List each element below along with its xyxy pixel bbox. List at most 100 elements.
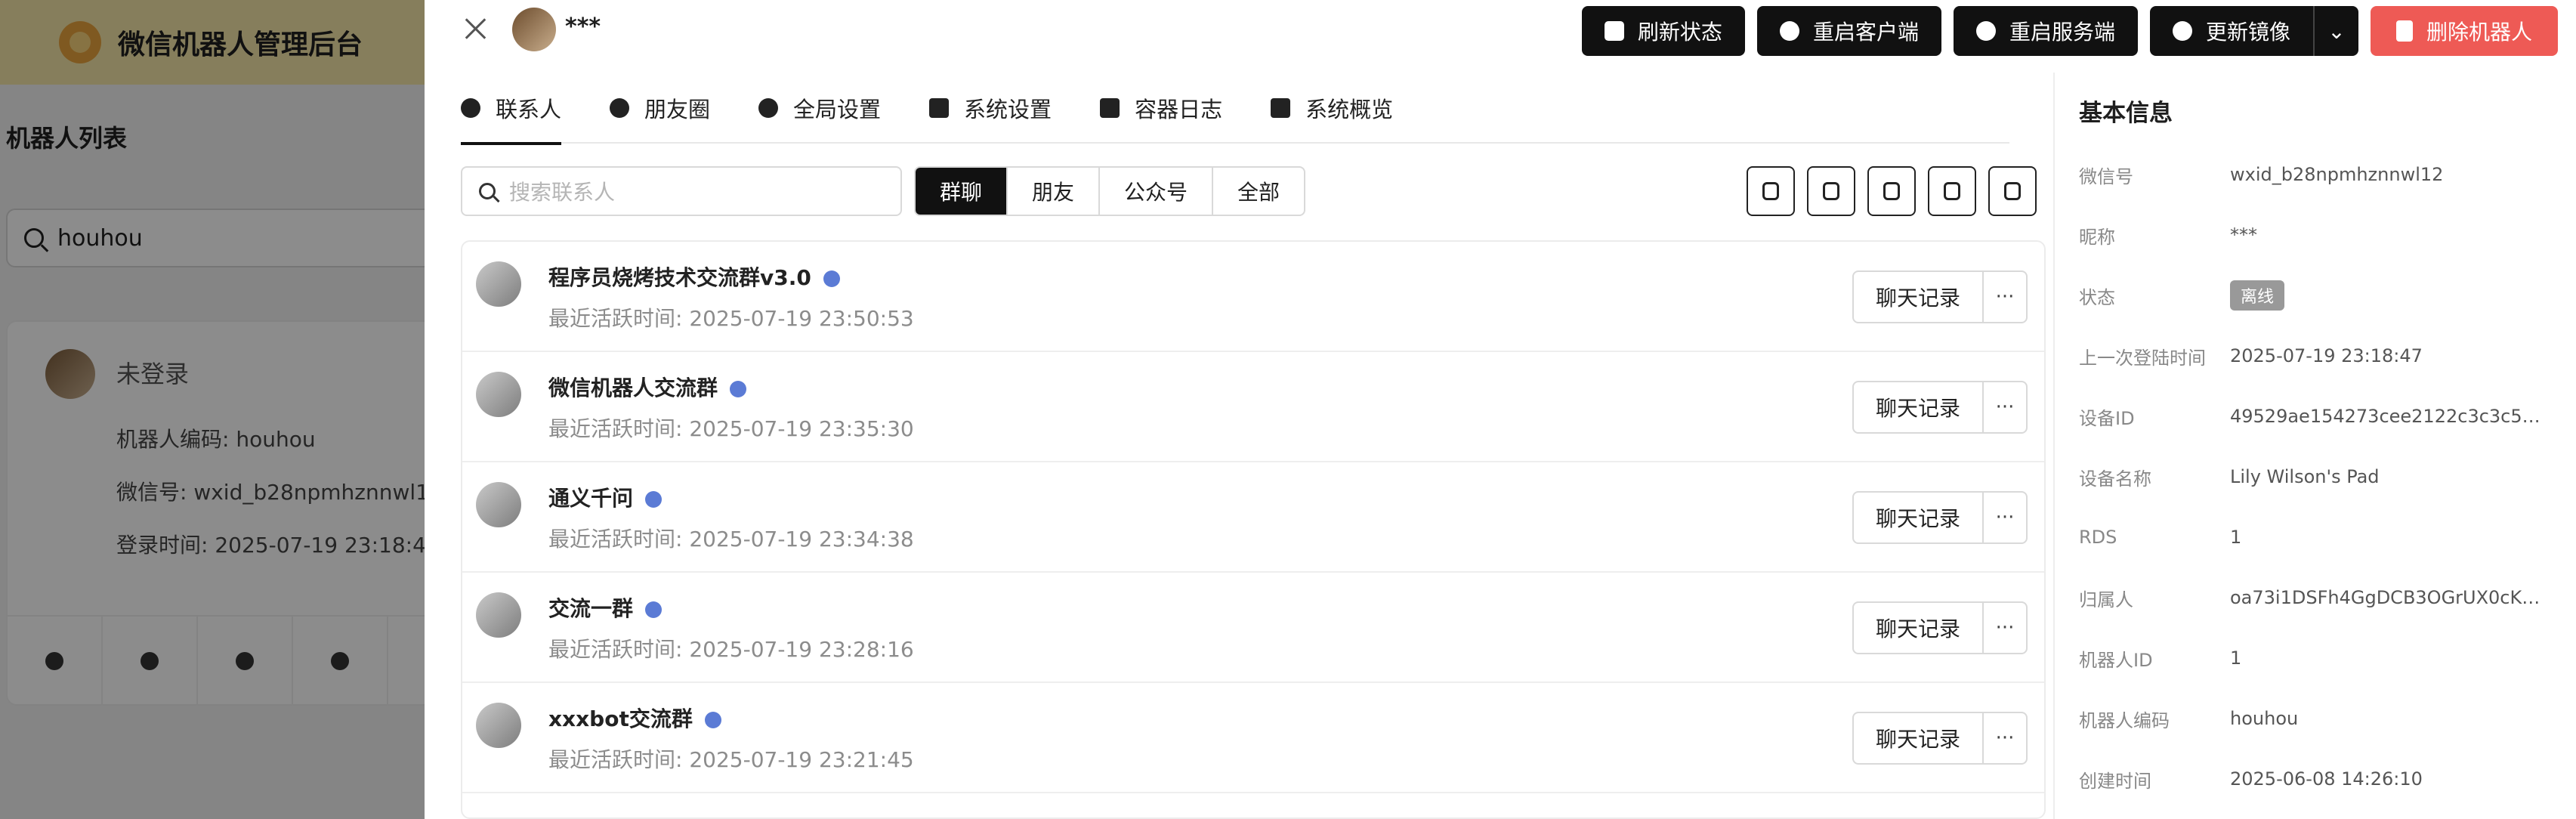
info-value: 1 [2230,647,2242,669]
refresh-status-button[interactable]: 刷新状态 [1581,6,1745,56]
more-icon[interactable]: ··· [1982,601,2028,654]
tab-label: 全局设置 [793,97,882,122]
info-row-status: 状态 离线 [2079,265,2576,326]
more-icon[interactable]: ··· [1982,712,2028,765]
chat-record-button[interactable]: 聊天记录 [1852,491,1984,544]
tab-label: 容器日志 [1135,97,1223,122]
more-icon[interactable]: ··· [1982,491,2028,544]
info-row-created-at: 创建时间 2025-06-08 14:26:10 [2079,749,2576,809]
cloud-sync-icon[interactable] [1988,166,2037,216]
update-image-label: 更新镜像 [2205,20,2290,45]
avatar [476,482,521,527]
chevron-down-icon[interactable]: ⌄ [2312,6,2358,56]
delete-robot-label: 删除机器人 [2426,20,2532,45]
refresh-icon [1604,21,1624,41]
contact-search-input[interactable]: 搜索联系人 [461,166,902,216]
contact-tool-buttons [1747,166,2037,216]
list-item: 微信机器人交流群 最近活跃时间: 2025-07-19 23:35:30 聊天记… [462,352,2044,462]
bulb-icon [1779,21,1799,41]
info-value: houhou [2230,708,2299,729]
info-key: 机器人ID [2079,649,2153,671]
info-key: 上一次登陆时间 [2079,347,2206,369]
update-image-button[interactable]: 更新镜像 [2149,6,2313,56]
settings-icon [929,98,950,118]
user-search-icon[interactable] [1928,166,1976,216]
list-item: 交流一群 最近活跃时间: 2025-07-19 23:28:16 聊天记录 ··… [462,573,2044,683]
info-row-robot-id: 机器人ID 1 [2079,628,2576,688]
tab-label: 系统设置 [964,97,1052,122]
chat-record-button[interactable]: 聊天记录 [1852,712,1984,765]
group-icon [730,381,747,397]
list-item: 程序员烧烤技术交流群v3.0 最近活跃时间: 2025-07-19 23:50:… [462,242,2044,352]
info-key: 设备名称 [2079,468,2151,490]
info-row-rds: RDS 1 [2079,507,2576,567]
info-value: 49529ae154273cee2122c3c3c5b06... [2230,406,2547,427]
info-key: 机器人编码 [2079,709,2170,731]
info-row-owner: 归属人 oa73i1DSFh4GgDCB3OGrUX0cKKP4 [2079,567,2576,628]
trash-icon [2395,20,2413,42]
contact-last-active: 最近活跃时间: 2025-07-19 23:34:38 [548,527,914,552]
restart-server-button[interactable]: 重启服务端 [1953,6,2138,56]
basic-info-panel: 基本信息 微信号 wxid_b28npmhznnwl12 昵称 *** 状态 离线 上… [2053,73,2576,819]
tab-global-settings[interactable]: 全局设置 [758,73,881,144]
info-key: 状态 [2079,286,2115,308]
delete-robot-button[interactable]: 删除机器人 [2370,6,2558,56]
bell-icon[interactable] [1747,166,1795,216]
contact-name: xxxbot交流群 [548,706,693,731]
contact-list: 程序员烧烤技术交流群v3.0 最近活跃时间: 2025-07-19 23:50:… [461,240,2046,819]
group-icon [645,601,663,618]
contact-search-placeholder: 搜索联系人 [509,180,616,205]
info-row-robot-code: 机器人编码 houhou [2079,688,2576,749]
restart-client-button[interactable]: 重启客户端 [1756,6,1941,56]
contact-type-filter: 群聊 朋友 公众号 全部 [914,166,1306,216]
chat-record-button[interactable]: 聊天记录 [1852,601,1984,654]
tab-container-logs[interactable]: 容器日志 [1100,73,1222,144]
info-row-nickname: 昵称 *** [2079,205,2576,265]
tab-contacts[interactable]: 联系人 [461,73,562,145]
file-icon [1100,98,1120,118]
info-key: 设备ID [2079,407,2135,429]
update-image-split-button: 更新镜像 ⌄ [2149,6,2358,56]
avatar [476,703,521,748]
info-row-wechat-id: 微信号 wxid_b28npmhznnwl12 [2079,144,2576,205]
close-icon[interactable] [462,15,490,42]
restart-client-label: 重启客户端 [1812,20,1919,45]
tab-bar: 联系人 朋友圈 全局设置 系统设置 容器日志 系统概览 [461,73,2009,145]
info-value: wxid_b28npmhznnwl12 [2230,164,2444,185]
tab-moments[interactable]: 朋友圈 [610,73,710,144]
contact-name: 通义千问 [548,486,634,511]
chart-icon [1271,98,1291,118]
tab-label: 联系人 [496,97,562,122]
chat-record-button[interactable]: 聊天记录 [1852,381,1984,434]
aperture-icon [610,98,630,118]
chat-record-button[interactable]: 聊天记录 [1852,270,1984,323]
list-item: 通义千问 最近活跃时间: 2025-07-19 23:34:38 聊天记录 ··… [462,462,2044,573]
robot-nickname: *** [565,14,601,40]
contact-name: 程序员烧烤技术交流群v3.0 [548,265,811,290]
tab-system-overview[interactable]: 系统概览 [1271,73,1393,144]
filter-friends[interactable]: 朋友 [1008,168,1101,215]
avatar [512,8,556,51]
docker-icon [2172,21,2192,41]
filter-all[interactable]: 全部 [1213,168,1304,215]
info-value: oa73i1DSFh4GgDCB3OGrUX0cKKP4 [2230,587,2547,608]
info-key: 归属人 [2079,589,2133,610]
group-icon [645,491,663,508]
search-icon [479,183,496,199]
user-icon[interactable] [1867,166,1916,216]
basic-info-title: 基本信息 [2079,100,2173,127]
filter-official-accounts[interactable]: 公众号 [1100,168,1214,215]
restart-server-label: 重启服务端 [2009,20,2115,45]
more-icon[interactable]: ··· [1982,381,2028,434]
tab-system-settings[interactable]: 系统设置 [929,73,1052,144]
tab-label: 系统概览 [1305,97,1394,122]
contact-name: 交流一群 [548,596,634,621]
filter-group-chat[interactable]: 群聊 [916,168,1008,215]
wechat-icon [461,98,480,118]
status-badge: 离线 [2230,280,2285,311]
more-icon[interactable]: ··· [1982,270,2028,323]
group-icon [823,270,840,287]
phone-icon[interactable] [1807,166,1855,216]
info-key: 微信号 [2079,165,2133,187]
contact-name: 微信机器人交流群 [548,376,718,400]
